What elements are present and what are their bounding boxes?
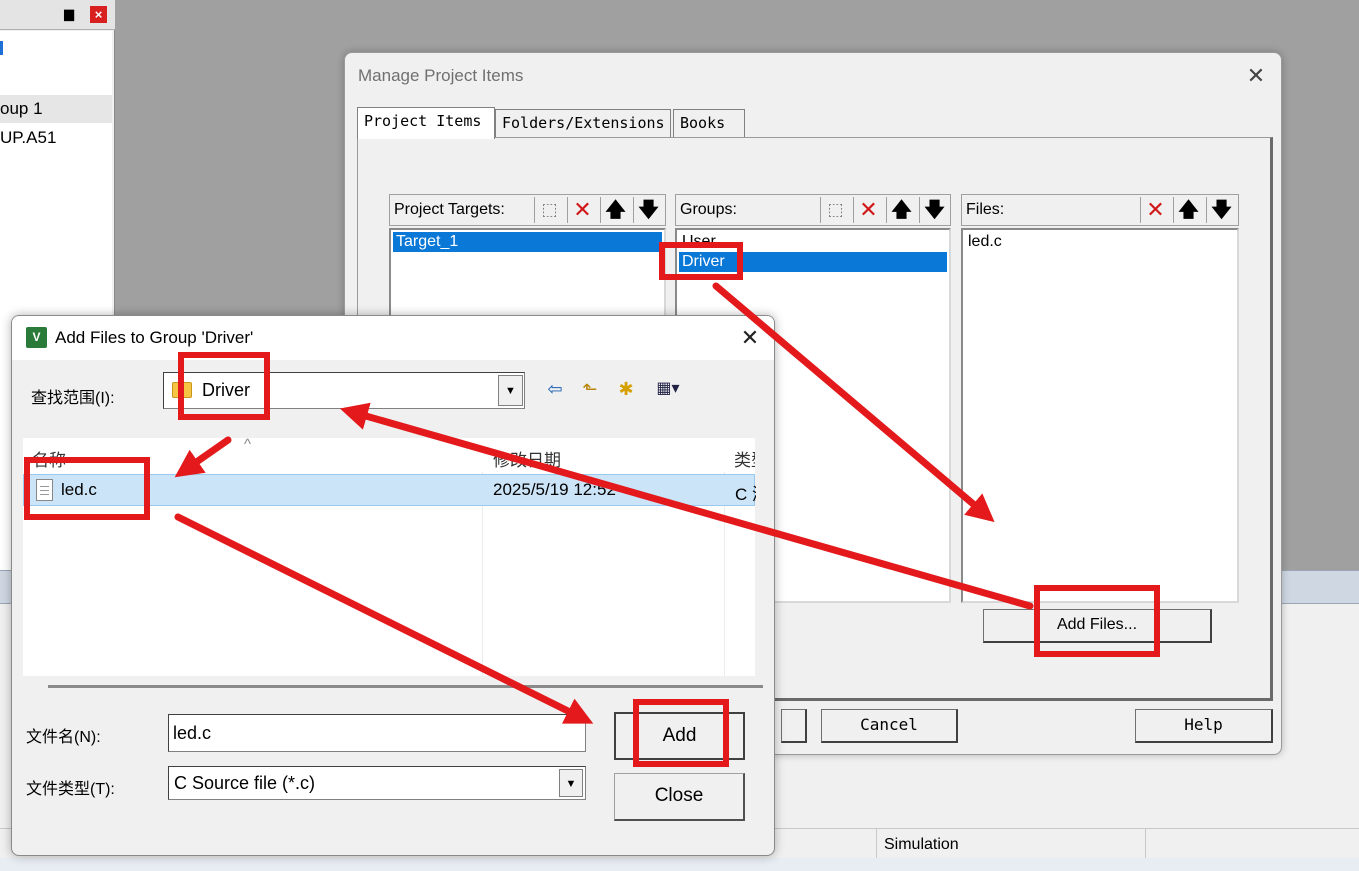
filetype-dropdown[interactable]: C Source file (*.c) ▼ — [168, 766, 586, 800]
status-divider — [1145, 829, 1146, 859]
files-list[interactable]: led.c — [961, 228, 1239, 603]
file-list[interactable]: 名称 ^ 修改日期 类型 led.c 2025/5/19 12:52 C 源文件 — [23, 436, 756, 676]
groups-header: Groups: ⬚ ✕ 🡅 🡇 — [675, 194, 951, 226]
filename-input[interactable] — [168, 714, 586, 752]
dialog-titlebar: V Add Files to Group 'Driver' ✕ — [12, 316, 774, 360]
file-date: 2025/5/19 12:52 — [493, 480, 616, 499]
document-icon — [36, 479, 53, 501]
look-in-dropdown[interactable]: Driver ▼ — [163, 372, 525, 409]
ok-button[interactable] — [781, 709, 807, 743]
file-name: led.c — [61, 480, 97, 499]
file-row[interactable]: led.c 2025/5/19 12:52 C 源文件 — [23, 474, 756, 506]
chevron-down-icon[interactable]: ▼ — [498, 375, 523, 406]
back-arrow-icon[interactable]: ⇦ — [542, 376, 568, 402]
tree-item-label: oup 1 — [0, 99, 43, 118]
file-type: C 源文件 — [735, 485, 756, 504]
tree-item-label: UP.A51 — [0, 128, 57, 147]
new-folder-icon[interactable]: ✱ — [613, 376, 639, 402]
look-in-value: Driver — [202, 380, 250, 400]
ide-pane-header: ▆ × — [0, 0, 115, 30]
list-item-file[interactable]: led.c — [965, 232, 1002, 252]
column-type-header[interactable]: 类型 — [734, 446, 755, 471]
pin-icon[interactable]: ▆ — [64, 6, 74, 22]
add-files-dialog: V Add Files to Group 'Driver' ✕ 查找范围(I):… — [11, 315, 775, 856]
close-icon[interactable]: ✕ — [736, 324, 764, 352]
dialog-title: Add Files to Group 'Driver' — [55, 328, 254, 347]
add-button[interactable]: Add — [614, 712, 745, 760]
add-files-button[interactable]: Add Files... — [983, 609, 1212, 643]
sort-ascending-icon: ^ — [244, 436, 252, 453]
tree-selection-marker — [0, 41, 3, 55]
column-date-header[interactable]: 修改日期 — [493, 446, 561, 471]
chevron-down-icon[interactable]: ▼ — [559, 769, 583, 797]
targets-label: Project Targets: — [394, 201, 505, 218]
groups-label: Groups: — [680, 201, 737, 218]
look-in-label: 查找范围(I): — [31, 390, 115, 407]
move-up-icon[interactable]: 🡅 — [600, 197, 630, 223]
files-header: Files: ✕ 🡅 🡇 — [961, 194, 1239, 226]
new-target-icon[interactable]: ⬚ — [534, 197, 564, 223]
list-item-target[interactable]: Target_1 — [393, 232, 662, 252]
close-icon[interactable]: ✕ — [1243, 63, 1269, 89]
tab-project-items[interactable]: Project Items — [357, 107, 495, 139]
targets-header: Project Targets: ⬚ ✕ 🡅 🡇 — [389, 194, 666, 226]
files-label: Files: — [966, 201, 1005, 218]
move-down-icon[interactable]: 🡇 — [633, 197, 663, 223]
filename-label: 文件名(N): — [26, 729, 101, 746]
app-icon: V — [26, 327, 47, 348]
move-down-icon[interactable]: 🡇 — [919, 197, 949, 223]
tab-folders-extensions[interactable]: Folders/Extensions — [495, 109, 671, 137]
status-divider — [876, 829, 877, 859]
folder-icon — [172, 382, 192, 398]
delete-icon[interactable]: ✕ — [853, 197, 883, 223]
close-button[interactable]: Close — [614, 773, 745, 821]
filetype-value: C Source file (*.c) — [174, 773, 316, 793]
file-list-header: 名称 ^ 修改日期 类型 — [23, 436, 755, 472]
taskbar — [0, 858, 1359, 871]
move-up-icon[interactable]: 🡅 — [886, 197, 916, 223]
delete-icon[interactable]: ✕ — [1140, 197, 1170, 223]
dialog-title: Manage Project Items — [358, 66, 524, 85]
tree-item-group[interactable]: oup 1 — [0, 95, 112, 123]
move-down-icon[interactable]: 🡇 — [1206, 197, 1236, 223]
filetype-label: 文件类型(T): — [26, 781, 115, 798]
up-folder-icon[interactable]: ⬑ — [577, 376, 603, 402]
delete-icon[interactable]: ✕ — [567, 197, 597, 223]
tab-books[interactable]: Books — [673, 109, 745, 137]
tree-item-file[interactable]: UP.A51 — [0, 124, 112, 152]
list-item-group[interactable]: Driver — [679, 252, 947, 272]
cancel-button[interactable]: Cancel — [821, 709, 958, 743]
help-button[interactable]: Help — [1135, 709, 1273, 743]
view-menu-icon[interactable]: ▦▾ — [647, 376, 689, 402]
list-item-group[interactable]: User — [679, 232, 947, 252]
move-up-icon[interactable]: 🡅 — [1173, 197, 1203, 223]
column-name-header[interactable]: 名称 — [32, 446, 66, 471]
close-icon[interactable]: × — [90, 6, 107, 23]
horizontal-scrollbar[interactable] — [48, 685, 763, 688]
status-simulation: Simulation — [884, 836, 959, 853]
new-group-icon[interactable]: ⬚ — [820, 197, 850, 223]
